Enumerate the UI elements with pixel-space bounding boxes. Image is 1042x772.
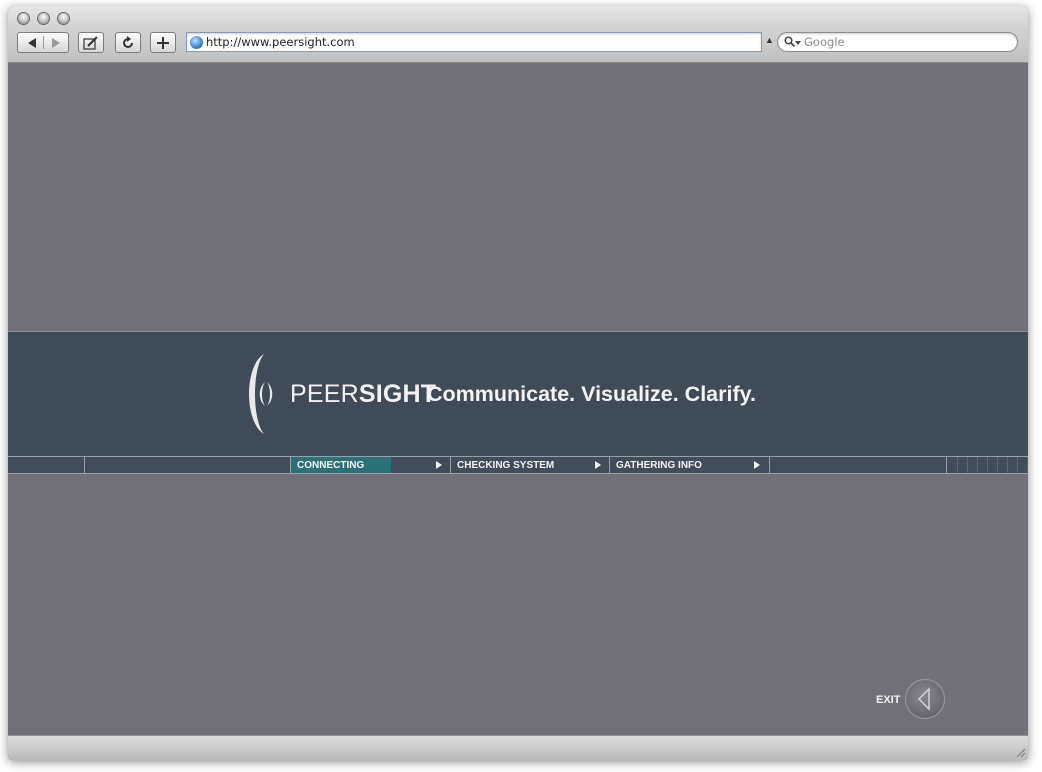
progress-divider [84,457,85,473]
back-arrow-icon[interactable] [28,38,36,48]
address-bar[interactable]: http://www.peersight.com [186,32,762,52]
browser-toolbar: http://www.peersight.com ▲ Google [8,6,1028,63]
nav-divider [43,36,44,49]
progress-stripes [948,457,1028,473]
browser-window: http://www.peersight.com ▲ Google PEERSI… [8,6,1028,760]
add-bookmark-button[interactable] [150,32,176,53]
reload-button[interactable] [115,32,141,53]
step-arrow-icon [754,461,760,469]
search-placeholder: Google [804,35,845,49]
step-arrow-icon [436,461,442,469]
step-label: CHECKING SYSTEM [457,460,555,471]
brand-name-light: PEER [290,380,359,408]
progress-divider [946,457,947,473]
forward-arrow-icon[interactable] [52,38,60,48]
search-field[interactable]: Google [777,32,1018,52]
step-label: GATHERING INFO [616,460,702,471]
step-checking-system: CHECKING SYSTEM [451,457,609,473]
exit-label: EXIT [876,694,901,706]
search-dropdown-icon [795,41,801,45]
loading-progress-bar: CONNECTING CHECKING SYSTEM GATHERING INF… [8,456,1028,474]
globe-icon [190,36,203,49]
reload-icon [123,35,133,48]
peersight-logo-icon [249,354,273,434]
edit-button[interactable] [78,32,104,53]
address-text: http://www.peersight.com [206,35,355,49]
plus-icon [157,36,169,49]
progress-divider [769,457,770,473]
back-triangle-icon [918,687,930,711]
zoom-window-button[interactable] [57,12,70,25]
step-gathering-info: GATHERING INFO [610,457,769,473]
exit-button[interactable] [905,679,945,719]
brand-name-bold: SIGHT [358,380,437,408]
resize-grip-icon[interactable] [1014,746,1026,758]
step-connecting: CONNECTING [291,457,450,473]
search-icon [784,36,795,47]
edit-icon [83,35,98,50]
page-content: PEERSIGHT Communicate. Visualize. Clarif… [8,63,1028,736]
close-window-button[interactable] [17,12,30,25]
minimize-window-button[interactable] [37,12,50,25]
address-menu-icon[interactable]: ▲ [765,35,774,45]
brand-banner: PEERSIGHT Communicate. Visualize. Clarif… [8,331,1028,456]
tagline: Communicate. Visualize. Clarify. [427,382,756,406]
brand-name: PEERSIGHT [290,380,436,409]
browser-status-bar [8,735,1028,760]
step-label: CONNECTING [297,460,365,471]
step-arrow-icon [595,461,601,469]
back-forward-control [17,32,69,53]
